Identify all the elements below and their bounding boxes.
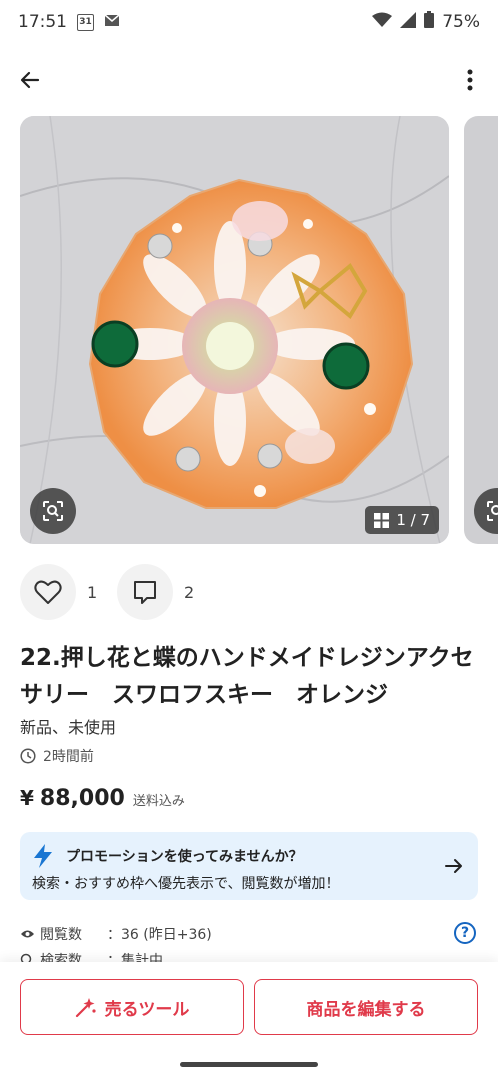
lens-search-icon — [487, 501, 498, 521]
promotion-description: 検索・おすすめ枠へ優先表示で、閲覧数が増加！ — [32, 876, 340, 892]
product-title: 22.押し花と蝶のハンドメイドレジンアクセサリー スワロフスキー オレンジ — [20, 645, 474, 708]
bottom-action-bar: 売るツール 商品を編集する — [0, 962, 498, 1080]
sell-tool-label: 売るツール — [104, 999, 190, 1020]
wifi-icon — [372, 12, 393, 33]
promotion-arrow-icon — [442, 854, 466, 878]
edit-item-label: 商品を編集する — [306, 999, 426, 1020]
like-count: 1 — [87, 582, 98, 602]
comment-button[interactable] — [117, 564, 173, 620]
promotion-banner[interactable]: プロモーションを使ってみませんか？ 検索・おすすめ枠へ優先表示で、閲覧数が増加！ — [20, 832, 478, 900]
heart-icon — [34, 580, 62, 604]
clock-icon — [20, 748, 36, 764]
battery-icon — [424, 11, 435, 33]
lens-search-icon — [43, 501, 63, 521]
status-bar: 17:51 31 75% — [0, 0, 498, 44]
image-counter[interactable]: 1 / 7 — [365, 506, 439, 534]
action-row: 1 2 — [20, 564, 214, 620]
visual-search-button-next[interactable] — [474, 488, 498, 534]
more-options-button[interactable] — [460, 64, 480, 96]
calendar-icon: 31 — [77, 13, 94, 31]
product-photo — [20, 116, 449, 544]
image-counter-text: 1 / 7 — [396, 511, 430, 529]
posted-time-row: 2時間前 — [20, 746, 94, 766]
product-image[interactable]: 1 / 7 — [20, 116, 449, 544]
help-icon[interactable]: ? — [454, 922, 476, 944]
views-stat: 閲覧数 ：36 (昨日+36) — [20, 924, 212, 944]
mail-icon — [104, 12, 120, 32]
grid-icon — [374, 512, 390, 528]
views-label: 閲覧数 — [40, 927, 82, 943]
lightning-icon — [34, 844, 52, 868]
product-condition: 新品、未使用 — [20, 718, 117, 737]
visual-search-button[interactable] — [30, 488, 76, 534]
back-arrow-icon — [20, 71, 40, 89]
price-row: ¥ 88,000 送料込み — [20, 786, 185, 811]
signal-icon — [400, 11, 417, 33]
views-value: ：36 (昨日+36) — [107, 927, 212, 943]
promotion-title: プロモーションを使ってみませんか？ — [66, 849, 303, 865]
image-carousel[interactable]: 1 / 7 — [20, 116, 498, 544]
comment-icon — [134, 581, 156, 604]
sparkle-wand-icon — [75, 998, 96, 1018]
comment-count: 2 — [184, 582, 195, 602]
battery-level: 75% — [442, 12, 480, 32]
like-button[interactable] — [20, 564, 76, 620]
eye-icon — [21, 930, 34, 938]
app-bar — [0, 56, 498, 104]
price-value: 88,000 — [39, 786, 125, 811]
back-button[interactable] — [14, 64, 46, 96]
price-currency: ¥ — [20, 786, 34, 810]
status-time: 17:51 — [18, 12, 67, 32]
shipping-note: 送料込み — [132, 794, 185, 809]
posted-time: 2時間前 — [43, 749, 94, 765]
next-product-image[interactable] — [464, 116, 498, 544]
edit-item-button[interactable]: 商品を編集する — [254, 979, 478, 1035]
home-indicator[interactable] — [180, 1062, 318, 1067]
more-vertical-icon — [467, 69, 473, 91]
sell-tool-button[interactable]: 売るツール — [20, 979, 244, 1035]
